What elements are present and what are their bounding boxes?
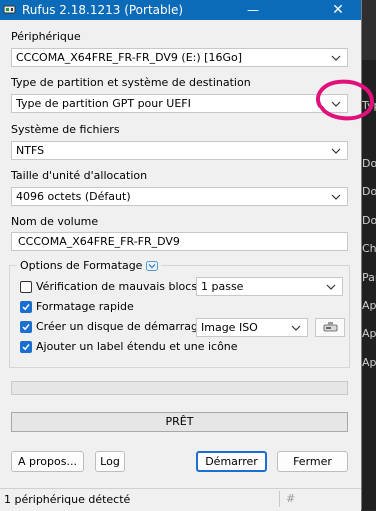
format-options-label: Options de Formatage bbox=[20, 259, 143, 272]
status-bar: 1 périphérique détecté # bbox=[0, 488, 361, 511]
status-separator bbox=[279, 491, 280, 507]
chevron-down-icon bbox=[331, 55, 341, 61]
partition-label: Type de partition et système de destinat… bbox=[11, 76, 251, 89]
background-text: Ap bbox=[362, 356, 376, 369]
device-select-value: CCCOMA_X64FRE_FR-FR_DV9 (E:) [16Go] bbox=[16, 51, 242, 64]
device-count-text: 1 périphérique détecté bbox=[4, 493, 131, 506]
filesystem-label: Système de fichiers bbox=[11, 123, 120, 136]
window-title: Rufus 2.18.1213 (Portable) bbox=[22, 3, 184, 17]
bad-blocks-passes-select[interactable]: 1 passe bbox=[196, 277, 343, 296]
chevron-down-icon bbox=[291, 325, 301, 331]
background-text: Ch bbox=[362, 242, 376, 255]
device-label: Périphérique bbox=[11, 30, 81, 43]
bad-blocks-passes-value: 1 passe bbox=[201, 280, 244, 293]
minimize-button[interactable]: — bbox=[233, 0, 273, 20]
quick-format-checkbox[interactable] bbox=[20, 301, 32, 313]
checkmark-icon bbox=[22, 344, 30, 351]
checkmark-icon bbox=[22, 304, 30, 311]
bad-blocks-checkbox[interactable] bbox=[20, 281, 32, 293]
annotation-scribble bbox=[316, 79, 375, 121]
close-button[interactable]: Fermer bbox=[277, 451, 348, 472]
boot-type-value: Image ISO bbox=[201, 321, 258, 334]
bad-blocks-label: Vérification de mauvais blocs bbox=[36, 280, 198, 293]
progress-bar bbox=[11, 381, 348, 395]
usb-drive-icon bbox=[3, 5, 16, 14]
volume-label-input[interactable]: CCCOMA_X64FRE_FR-FR_DV9 bbox=[11, 232, 348, 251]
background-text: Ap bbox=[362, 299, 376, 312]
background-text: Do bbox=[362, 157, 376, 170]
checkmark-icon bbox=[22, 324, 30, 331]
chevron-down-icon bbox=[331, 148, 341, 154]
background-text: Do bbox=[362, 185, 376, 198]
bootable-checkbox[interactable] bbox=[20, 321, 32, 333]
save-drive-icon bbox=[323, 322, 338, 332]
partition-select[interactable]: Type de partition GPT pour UEFI bbox=[11, 94, 348, 113]
close-window-button[interactable]: ✕ bbox=[318, 0, 358, 20]
background-window bbox=[361, 0, 376, 510]
hash-button[interactable]: # bbox=[286, 492, 295, 505]
volume-label-value: CCCOMA_X64FRE_FR-FR_DV9 bbox=[18, 235, 180, 248]
start-button[interactable]: Démarrer bbox=[196, 451, 267, 472]
partition-select-value: Type de partition GPT pour UEFI bbox=[16, 97, 191, 110]
extended-label-label: Ajouter un label étendu et une icône bbox=[36, 340, 238, 353]
background-window-top bbox=[361, 0, 376, 60]
format-options-title: Options de Formatage bbox=[17, 259, 162, 272]
device-select[interactable]: CCCOMA_X64FRE_FR-FR_DV9 (E:) [16Go] bbox=[11, 48, 348, 67]
filesystem-select[interactable]: NTFS bbox=[11, 141, 348, 160]
log-button[interactable]: Log bbox=[95, 451, 125, 472]
cluster-size-label: Taille d'unité d'allocation bbox=[11, 169, 148, 182]
expand-toggle-icon[interactable] bbox=[146, 260, 159, 271]
background-text: Par bbox=[362, 271, 376, 284]
title-bar[interactable]: Rufus 2.18.1213 (Portable) — ✕ bbox=[0, 0, 361, 20]
boot-type-select[interactable]: Image ISO bbox=[196, 318, 308, 337]
chevron-down-icon bbox=[326, 284, 336, 290]
select-image-button[interactable] bbox=[315, 318, 345, 337]
rufus-window: Rufus 2.18.1213 (Portable) — ✕ Périphéri… bbox=[0, 0, 362, 511]
volume-label-label: Nom de volume bbox=[11, 215, 99, 228]
quick-format-label: Formatage rapide bbox=[36, 300, 134, 313]
cluster-size-select[interactable]: 4096 octets (Défaut) bbox=[11, 187, 348, 206]
status-display: PRÊT bbox=[11, 412, 348, 432]
background-text: Do bbox=[362, 214, 376, 227]
chevron-down-icon bbox=[331, 194, 341, 200]
background-text: Ap bbox=[362, 327, 376, 340]
cluster-size-select-value: 4096 octets (Défaut) bbox=[16, 190, 131, 203]
about-button[interactable]: A propos... bbox=[11, 451, 84, 472]
extended-label-checkbox[interactable] bbox=[20, 341, 32, 353]
bootable-label: Créer un disque de démarrage bbox=[36, 320, 205, 333]
filesystem-select-value: NTFS bbox=[16, 144, 45, 157]
